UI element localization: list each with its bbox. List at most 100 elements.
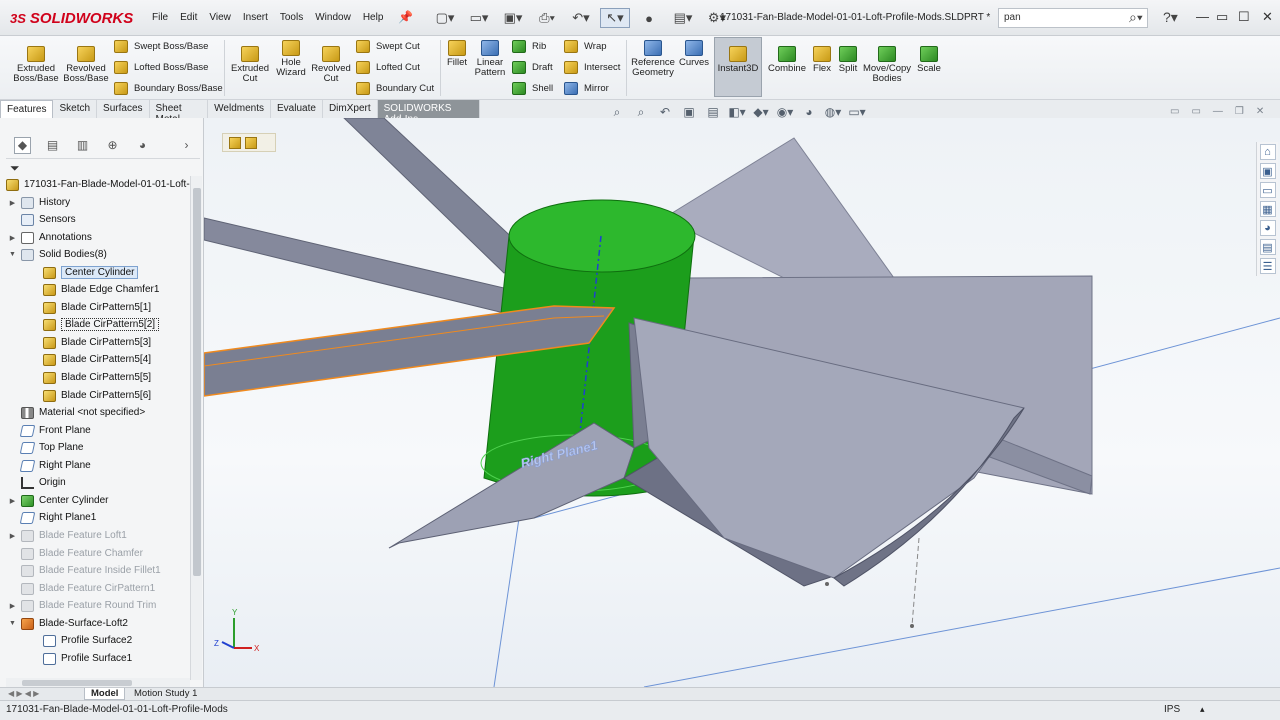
maximize-icon[interactable]: ☐ (1238, 9, 1250, 25)
lofted-boss-button[interactable]: Lofted Boss/Base (114, 61, 208, 74)
hole-wizard-button[interactable]: Hole Wizard (272, 40, 310, 78)
tree-item-right-plane[interactable]: Right Plane (8, 457, 91, 474)
menu-view[interactable]: View (203, 10, 237, 25)
instant3d-button[interactable]: Instant3D (714, 46, 762, 74)
tree-item-material[interactable]: Material <not specified> (8, 404, 145, 421)
tree-item-annotations[interactable]: ▶ Annotations (8, 229, 92, 246)
configuration-manager-tab-icon[interactable]: ▥ (74, 137, 91, 154)
property-manager-tab-icon[interactable]: ▤ (44, 137, 61, 154)
file-properties-icon[interactable]: ▤▾ (668, 8, 698, 28)
help-icon[interactable]: ?▾ (1163, 9, 1178, 26)
swept-boss-button[interactable]: Swept Boss/Base (114, 40, 208, 53)
expand-arrow-icon[interactable]: ▶ (8, 234, 17, 242)
expand-arrow-icon[interactable]: ▶ (8, 602, 17, 610)
zoom-to-fit-icon[interactable]: ⌕ (608, 104, 626, 120)
custom-properties-icon[interactable]: ▤ (1259, 239, 1276, 255)
shell-button[interactable]: Shell (512, 82, 553, 95)
model-view[interactable]: Right Plane1 Y X Z (204, 118, 1280, 687)
menu-window[interactable]: Window (309, 10, 357, 25)
revolved-boss-button[interactable]: Revolved Boss/Base (62, 46, 110, 84)
reference-geometry-button[interactable]: Reference Geometry (630, 40, 676, 78)
tree-body-blade-edge-chamfer[interactable]: Blade Edge Chamfer1 (30, 281, 159, 298)
tree-root-part[interactable]: 171031-Fan-Blade-Model-01-01-Loft-P... (6, 176, 190, 193)
tab-evaluate[interactable]: Evaluate (271, 100, 323, 118)
fillet-button[interactable]: Fillet (444, 40, 470, 68)
zoom-to-area-icon[interactable]: ⌕ (632, 104, 650, 120)
part-breadcrumb-icon[interactable] (229, 136, 241, 149)
hide-show-items-icon[interactable]: ◉▾ (776, 104, 794, 120)
breadcrumb[interactable] (222, 133, 276, 152)
curves-button[interactable]: Curves (678, 40, 710, 68)
tree-filter[interactable]: ⏷ (6, 158, 200, 176)
scrollbar-thumb[interactable] (193, 188, 201, 576)
dynamic-annotation-icon[interactable]: ▤ (704, 104, 722, 120)
section-view-icon[interactable]: ▣ (680, 104, 698, 120)
graphics-area[interactable]: Right Plane1 Y X Z ⌂ ▣ ▭ ▦ ◕ ▤ ☰ (204, 118, 1280, 687)
expand-arrow-icon[interactable]: ▶ (8, 532, 17, 540)
combine-button[interactable]: Combine (766, 46, 808, 74)
undo-icon[interactable]: ↶▾ (566, 8, 596, 28)
chevron-right-icon[interactable]: › (178, 137, 195, 154)
tree-item-blade-surface-loft2[interactable]: ▼ Blade-Surface-Loft2 (8, 615, 128, 632)
tree-item-blade-feature-round-trim[interactable]: ▶ Blade Feature Round Trim (8, 597, 156, 614)
tree-item-solid-bodies[interactable]: ▼ Solid Bodies(8) (8, 246, 107, 263)
boundary-cut-button[interactable]: Boundary Cut (356, 82, 434, 95)
viewport-next-icon[interactable]: ▭ (1191, 106, 1200, 117)
view-palette-icon[interactable]: ▦ (1259, 201, 1276, 217)
feature-tree-tab-icon[interactable]: ◆ (14, 136, 31, 154)
mirror-button[interactable]: Mirror (564, 82, 609, 95)
tree-item-top-plane[interactable]: Top Plane (8, 439, 83, 456)
units-selector[interactable]: IPS (1164, 704, 1180, 715)
tree-body-blade-cirpattern-2[interactable]: Blade CirPattern5[2] (30, 316, 160, 333)
split-button[interactable]: Split (836, 46, 860, 74)
dimxpert-manager-tab-icon[interactable]: ⊕ (104, 137, 121, 154)
close-icon[interactable]: ✕ (1262, 9, 1273, 25)
menu-file[interactable]: File (146, 10, 174, 25)
tree-body-blade-cirpattern-4[interactable]: Blade CirPattern5[4] (30, 351, 151, 368)
menu-tools[interactable]: Tools (274, 10, 309, 25)
boundary-boss-button[interactable]: Boundary Boss/Base (114, 82, 223, 95)
tab-motion-study-1[interactable]: Motion Study 1 (128, 688, 203, 700)
viewport-minimize-icon[interactable]: — (1213, 106, 1223, 117)
tree-item-profile-surface2[interactable]: Profile Surface2 (30, 632, 132, 649)
design-library-icon[interactable]: ▣ (1259, 163, 1276, 179)
tree-item-history[interactable]: ▶ History (8, 194, 70, 211)
expand-arrow-icon[interactable]: ▶ (8, 497, 17, 505)
search-input[interactable]: pan (998, 8, 1148, 28)
appearances-icon[interactable]: ◕ (1259, 220, 1276, 236)
cylinder-top-face[interactable] (508, 199, 696, 273)
minimize-icon[interactable]: — (1196, 9, 1209, 24)
tree-body-blade-cirpattern-1[interactable]: Blade CirPattern5[1] (30, 299, 151, 316)
tree-item-profile-surface1[interactable]: Profile Surface1 (30, 650, 132, 667)
tab-scroll-arrows-icon[interactable]: ◀ ▶ ◀ ▶ (8, 689, 39, 698)
print-icon[interactable]: ⎙▾ (532, 8, 562, 28)
revolved-cut-button[interactable]: Revolved Cut (310, 46, 352, 84)
tree-body-blade-cirpattern-5[interactable]: Blade CirPattern5[5] (30, 369, 151, 386)
collapse-arrow-icon[interactable]: ▼ (8, 620, 17, 627)
viewport-restore-icon[interactable]: ❐ (1235, 106, 1244, 117)
tree-item-origin[interactable]: Origin (8, 474, 66, 491)
draft-button[interactable]: Draft (512, 61, 553, 74)
open-folder-icon[interactable]: ▭▾ (464, 8, 494, 28)
save-icon[interactable]: ▣▾ (498, 8, 528, 28)
tab-solidworks-addins[interactable]: SOLIDWORKS Add-Ins (377, 100, 480, 125)
tab-features[interactable]: Features (0, 100, 54, 118)
tab-model[interactable]: Model (84, 688, 126, 700)
tree-item-center-cylinder[interactable]: ▶ Center Cylinder (8, 492, 108, 509)
pin-icon[interactable]: 📌 (398, 10, 413, 24)
wrap-button[interactable]: Wrap (564, 40, 607, 53)
tab-sheet-metal[interactable]: Sheet Metal (149, 100, 209, 125)
forum-icon[interactable]: ☰ (1259, 258, 1276, 274)
tab-surfaces[interactable]: Surfaces (97, 100, 150, 118)
intersect-button[interactable]: Intersect (564, 61, 620, 74)
blade-body[interactable] (204, 217, 505, 314)
scale-button[interactable]: Scale (914, 46, 944, 74)
body-breadcrumb-icon[interactable] (245, 136, 257, 149)
view-settings-icon[interactable]: ▭▾ (848, 104, 866, 120)
blade-body[interactable] (343, 118, 535, 274)
restore-icon[interactable]: ▭ (1216, 9, 1228, 25)
scrollbar-thumb[interactable] (22, 680, 132, 686)
viewport-close-icon[interactable]: ✕ (1256, 106, 1264, 117)
move-copy-bodies-button[interactable]: Move/Copy Bodies (862, 46, 912, 84)
display-manager-tab-icon[interactable]: ◕ (134, 137, 151, 154)
